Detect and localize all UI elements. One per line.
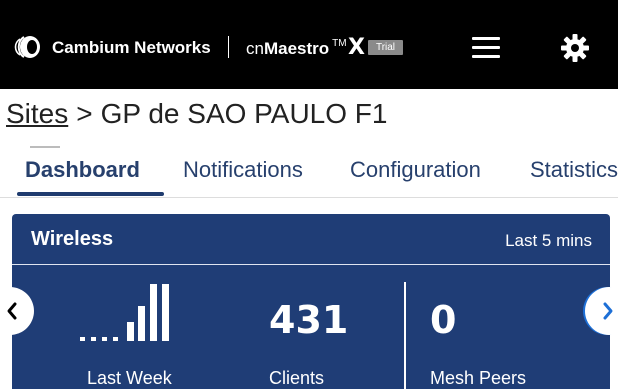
brand-divider [228,36,229,58]
tab-configuration[interactable]: Configuration [350,157,481,183]
stat-value-mesh-peers[interactable]: 0 [430,298,456,342]
wireless-card: Wireless Last 5 mins Last Week 431 Clien… [12,214,610,389]
product-prefix: cn [246,39,264,58]
product-main: Maestro [263,39,330,58]
chevron-left-icon [7,302,17,320]
stat-value-clients[interactable]: 431 [269,298,348,342]
carousel-prev-button[interactable] [0,287,34,335]
tab-dashboard[interactable]: Dashboard [25,157,140,183]
stat-label-last-week: Last Week [87,368,172,388]
breadcrumb: Sites > GP de SAO PAULO F1 [6,98,387,130]
trademark-mark: TM [332,38,347,49]
time-range-label[interactable]: Last 5 mins [505,231,592,251]
breadcrumb-current: GP de SAO PAULO F1 [100,98,388,129]
top-header-bar: Cambium Networks cnMaestro TM X Trial [0,0,618,89]
breadcrumb-separator: > [76,98,93,129]
tab-statistics[interactable]: Statistics [530,157,618,183]
tab-notifications[interactable]: Notifications [183,157,303,183]
breadcrumb-sites-link[interactable]: Sites [6,98,68,129]
stat-label-clients: Clients [269,368,325,388]
stat-label-mesh-peers: Mesh Peers [430,368,527,388]
product-x-mark: X [348,35,365,60]
stat-divider [404,282,406,389]
wireless-card-title: Wireless [31,228,114,250]
tab-bar: Dashboard Notifications Configuration St… [0,145,618,198]
menu-icon[interactable] [472,37,500,59]
chevron-right-icon [603,302,613,320]
brand-name[interactable]: Cambium Networks [52,38,211,58]
trial-badge: Trial [368,40,403,55]
active-tab-underline [17,192,164,196]
cambium-logo-icon[interactable] [14,35,42,59]
gear-icon[interactable] [560,33,590,63]
signal-bars-icon [80,284,169,341]
carousel-next-button[interactable] [585,287,618,335]
wireless-card-header: Wireless Last 5 mins [12,214,610,265]
product-name[interactable]: cnMaestro TM [246,38,347,59]
